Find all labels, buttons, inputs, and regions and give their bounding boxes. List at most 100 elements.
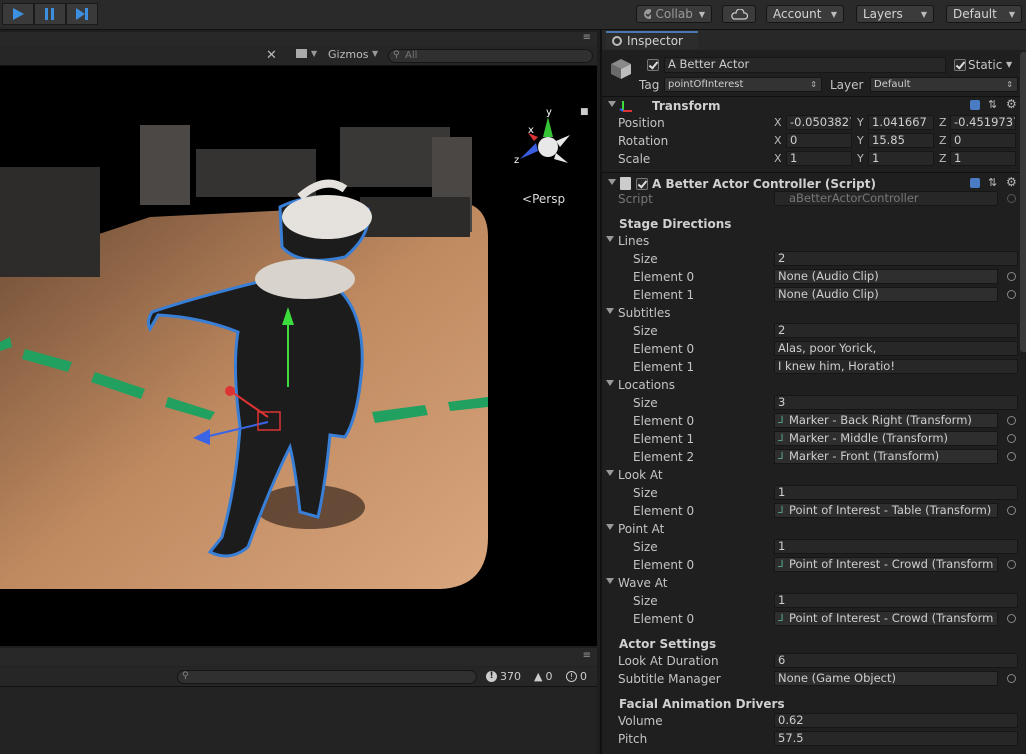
object-picker-icon[interactable] (1007, 452, 1016, 461)
lock-icon[interactable]: ■ (580, 107, 589, 117)
layer-value: Default (874, 79, 911, 90)
object-picker-icon[interactable] (1007, 416, 1016, 425)
look-at-label: Look At (618, 468, 663, 482)
persp-text: Persp (532, 192, 566, 206)
wave-at-foldout[interactable]: Wave At (602, 574, 1026, 592)
scale-z-field[interactable]: 1 (950, 151, 1016, 166)
locations-element-1-field[interactable]: ⅃ Marker - Middle (Transform) (774, 431, 998, 446)
point-at-element-0-field[interactable]: ⅃ Point of Interest - Crowd (Transform (774, 557, 998, 572)
preset-icon[interactable]: ⇅ (988, 176, 997, 189)
subtitles-element-0-field[interactable]: Alas, poor Yorick, (774, 341, 1018, 356)
subtitles-element-1-field[interactable]: I knew him, Horatio! (774, 359, 1018, 374)
look-at-duration-row: Look At Duration 6 (602, 652, 1026, 670)
persp-label[interactable]: <Persp (522, 192, 565, 206)
axis-y-label: y (546, 107, 552, 118)
pause-button[interactable] (34, 3, 66, 25)
transform-header[interactable]: Transform ⇅ ⚙ (602, 97, 1026, 115)
tools-icon[interactable]: ✕ (266, 48, 277, 63)
position-y-field[interactable]: 1.041667 (868, 115, 934, 130)
panel-menu-icon[interactable]: ≡ (583, 32, 591, 43)
locations-element-0-field[interactable]: ⅃ Marker - Back Right (Transform) (774, 413, 998, 428)
element-label: Element 0 (633, 414, 695, 428)
camera-icon[interactable] (296, 49, 307, 58)
point-at-foldout[interactable]: Point At (602, 520, 1026, 538)
lines-foldout[interactable]: Lines (602, 232, 1026, 250)
layer-label: Layer (830, 78, 864, 92)
look-at-duration-field[interactable]: 6 (774, 653, 1018, 668)
fold-arrow-icon (608, 101, 616, 107)
fold-arrow-icon (606, 578, 614, 584)
look-at-size-field[interactable]: 1 (774, 485, 1018, 500)
position-z-field[interactable]: -0.4519737 (950, 115, 1016, 130)
orientation-gizmo[interactable]: y x z (512, 107, 584, 179)
help-icon[interactable] (970, 178, 980, 188)
object-picker-icon[interactable] (1007, 434, 1016, 443)
locations-foldout[interactable]: Locations (602, 376, 1026, 394)
preset-icon[interactable]: ⇅ (988, 98, 997, 111)
transform-icon (619, 101, 632, 112)
transform-icon: ⅃ (778, 433, 784, 444)
gizmos-button[interactable]: Gizmos (328, 48, 369, 61)
gear-icon[interactable]: ⚙ (1006, 175, 1017, 189)
object-picker-icon[interactable] (1007, 614, 1016, 623)
wave-at-size-field[interactable]: 1 (774, 593, 1018, 608)
object-picker-icon[interactable] (1007, 272, 1016, 281)
scene-viewport[interactable]: y x z ■ <Persp (0, 67, 597, 646)
position-x-field[interactable]: -0.0503827 (786, 115, 852, 130)
scene-search-input[interactable]: ⚲ All (388, 49, 593, 63)
cloud-button[interactable] (722, 5, 756, 23)
scale-x-field[interactable]: 1 (786, 151, 852, 166)
console-search-input[interactable]: ⚲ (177, 670, 477, 684)
inspector-scrollbar[interactable] (1020, 52, 1026, 352)
scale-y-field[interactable]: 1 (868, 151, 934, 166)
error-count-toggle[interactable]: ! 370 (486, 668, 521, 684)
collab-button[interactable]: Collab ▼ (636, 5, 712, 23)
subtitles-size-field[interactable]: 2 (774, 323, 1018, 338)
locations-size-field[interactable]: 3 (774, 395, 1018, 410)
object-picker-icon[interactable] (1007, 290, 1016, 299)
panel-menu-icon[interactable]: ≡ (583, 650, 591, 661)
help-icon[interactable] (970, 100, 980, 110)
locations-element-2-field[interactable]: ⅃ Marker - Front (Transform) (774, 449, 998, 464)
tag-dropdown[interactable]: pointOfInterest ⇕ (664, 77, 822, 92)
tab-inspector[interactable]: Inspector (606, 31, 698, 49)
layers-dropdown[interactable]: Layers ▼ (856, 5, 934, 23)
step-button[interactable] (66, 3, 98, 25)
lines-element-1-field[interactable]: None (Audio Clip) (774, 287, 998, 302)
rotation-x-field[interactable]: 0 (786, 133, 852, 148)
scale-label: Scale (618, 152, 651, 166)
account-dropdown[interactable]: Account ▼ (766, 5, 844, 23)
dark-block (196, 149, 316, 197)
message-count-toggle[interactable]: ! 0 (566, 668, 587, 684)
wave-at-element-0-field[interactable]: ⅃ Point of Interest - Crowd (Transform (774, 611, 998, 626)
search-icon: ⚲ (182, 671, 189, 681)
look-at-element-0-field[interactable]: ⅃ Point of Interest - Table (Transform) (774, 503, 998, 518)
object-picker-icon[interactable] (1007, 560, 1016, 569)
rotation-z-field[interactable]: 0 (950, 133, 1016, 148)
rotation-label: Rotation (618, 134, 669, 148)
object-picker-icon[interactable] (1007, 506, 1016, 515)
point-at-size-field[interactable]: 1 (774, 539, 1018, 554)
subtitles-foldout[interactable]: Subtitles (602, 304, 1026, 322)
layer-dropdown[interactable]: Default ⇕ (870, 77, 1018, 92)
layout-dropdown[interactable]: Default ▼ (946, 5, 1022, 23)
rotation-y-field[interactable]: 15.85 (868, 133, 934, 148)
gear-icon[interactable]: ⚙ (1006, 97, 1017, 111)
lines-size-field[interactable]: 2 (774, 251, 1018, 266)
volume-field[interactable]: 0.62 (774, 713, 1018, 728)
chevron-down-icon[interactable]: ▼ (1006, 60, 1012, 69)
gizmo-x-handle[interactable] (225, 386, 235, 396)
pitch-field[interactable]: 57.5 (774, 731, 1018, 746)
active-checkbox[interactable] (647, 59, 659, 71)
static-checkbox[interactable] (954, 59, 966, 71)
chevron-down-icon: ▼ (311, 49, 318, 58)
play-button[interactable] (2, 3, 34, 25)
warning-count-toggle[interactable]: ▲ 0 (534, 668, 552, 684)
lines-element-0-field[interactable]: None (Audio Clip) (774, 269, 998, 284)
object-picker-icon[interactable] (1007, 674, 1016, 683)
subtitle-manager-field[interactable]: None (Game Object) (774, 671, 998, 686)
component-enabled-checkbox[interactable] (636, 178, 648, 190)
wave-at-label: Wave At (618, 576, 668, 590)
look-at-foldout[interactable]: Look At (602, 466, 1026, 484)
object-name-field[interactable]: A Better Actor (664, 57, 946, 73)
